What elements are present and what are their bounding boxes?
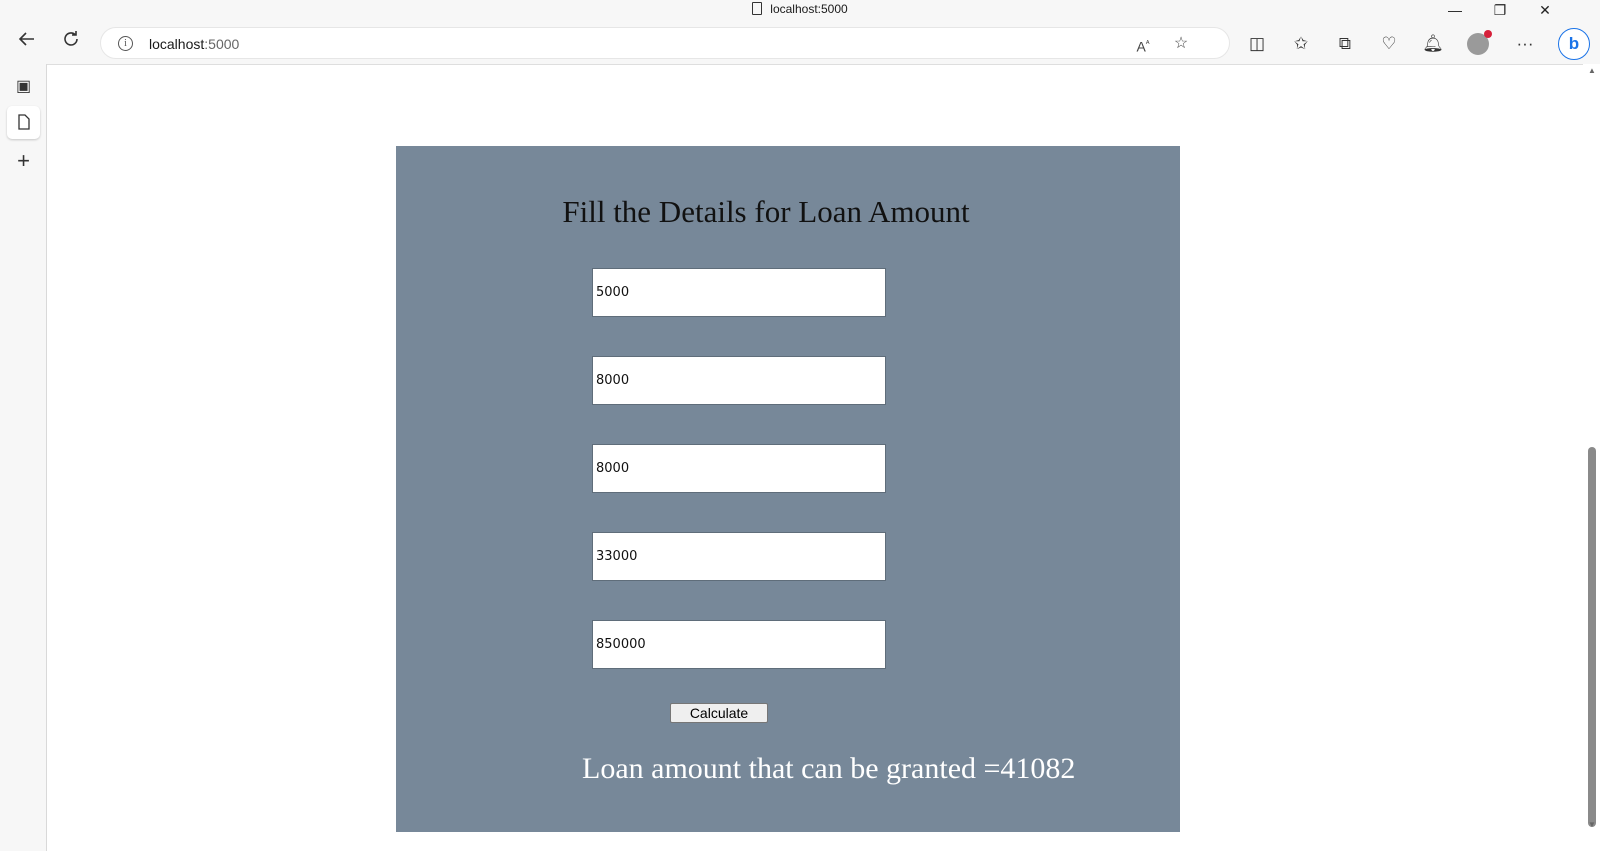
loan-input-3[interactable]: 8000 (592, 444, 886, 493)
calculate-button[interactable]: Calculate (670, 703, 768, 723)
new-tab-plus-icon[interactable]: + (7, 144, 40, 177)
scrollbar-thumb[interactable] (1588, 447, 1596, 827)
notifications-bell-icon[interactable]: 🔔︎ (1420, 31, 1446, 57)
minimize-button[interactable]: — (1432, 0, 1478, 22)
back-arrow-icon (18, 32, 34, 46)
browser-essentials-icon[interactable]: ♡ (1376, 31, 1402, 57)
loan-input-4[interactable]: 33000 (592, 532, 886, 581)
profile-avatar[interactable] (1465, 30, 1492, 57)
collections-icon[interactable]: ⧉ (1332, 31, 1358, 57)
more-menu-icon[interactable]: ··· (1512, 31, 1538, 57)
address-bar[interactable]: i localhost:5000 Aᴬ ☆ (100, 27, 1230, 59)
loan-input-1[interactable]: 5000 (592, 268, 886, 317)
browser-toolbar: i localhost:5000 Aᴬ ☆ ◫ ✩ ⧉ ♡ 🔔︎ ··· b (0, 22, 1600, 64)
back-button[interactable] (12, 28, 42, 58)
scroll-up-arrow-icon[interactable]: ▲ (1587, 66, 1597, 75)
site-info-icon[interactable]: i (118, 36, 133, 51)
favorites-icon[interactable]: ✩ (1288, 31, 1314, 57)
loan-form-card: Fill the Details for Loan Amount 5000 80… (396, 146, 1180, 832)
window-title-bar: localhost:5000 — ❐ ✕ (0, 0, 1600, 22)
tab-localhost[interactable] (7, 106, 40, 139)
favorite-star-icon[interactable]: ☆ (1169, 32, 1193, 56)
read-aloud-icon[interactable]: Aᴬ (1131, 32, 1155, 56)
window-title: localhost:5000 (0, 2, 1600, 16)
refresh-icon (64, 31, 78, 46)
loan-input-2[interactable]: 8000 (592, 356, 886, 405)
copilot-icon[interactable]: b (1558, 28, 1590, 60)
page-viewport: Fill the Details for Loan Amount 5000 80… (47, 64, 1583, 851)
vertical-tabs-sidebar: ▣ + (0, 64, 47, 851)
restore-button[interactable]: ❐ (1477, 0, 1523, 22)
page-tab-icon (17, 114, 30, 130)
page-title: Fill the Details for Loan Amount (562, 194, 970, 229)
refresh-button[interactable] (56, 28, 86, 58)
url-text[interactable]: localhost:5000 (149, 36, 239, 52)
page-scrollbar[interactable]: ▲ ▼ (1583, 64, 1600, 851)
split-screen-icon[interactable]: ◫ (1244, 31, 1270, 57)
loan-result-text: Loan amount that can be granted =41082 (582, 752, 1076, 785)
scroll-down-arrow-icon[interactable]: ▼ (1587, 820, 1597, 829)
loan-input-5[interactable]: 850000 (592, 620, 886, 669)
close-window-button[interactable]: ✕ (1522, 0, 1568, 22)
tab-actions-icon[interactable]: ▣ (7, 70, 40, 103)
page-icon (752, 2, 763, 15)
